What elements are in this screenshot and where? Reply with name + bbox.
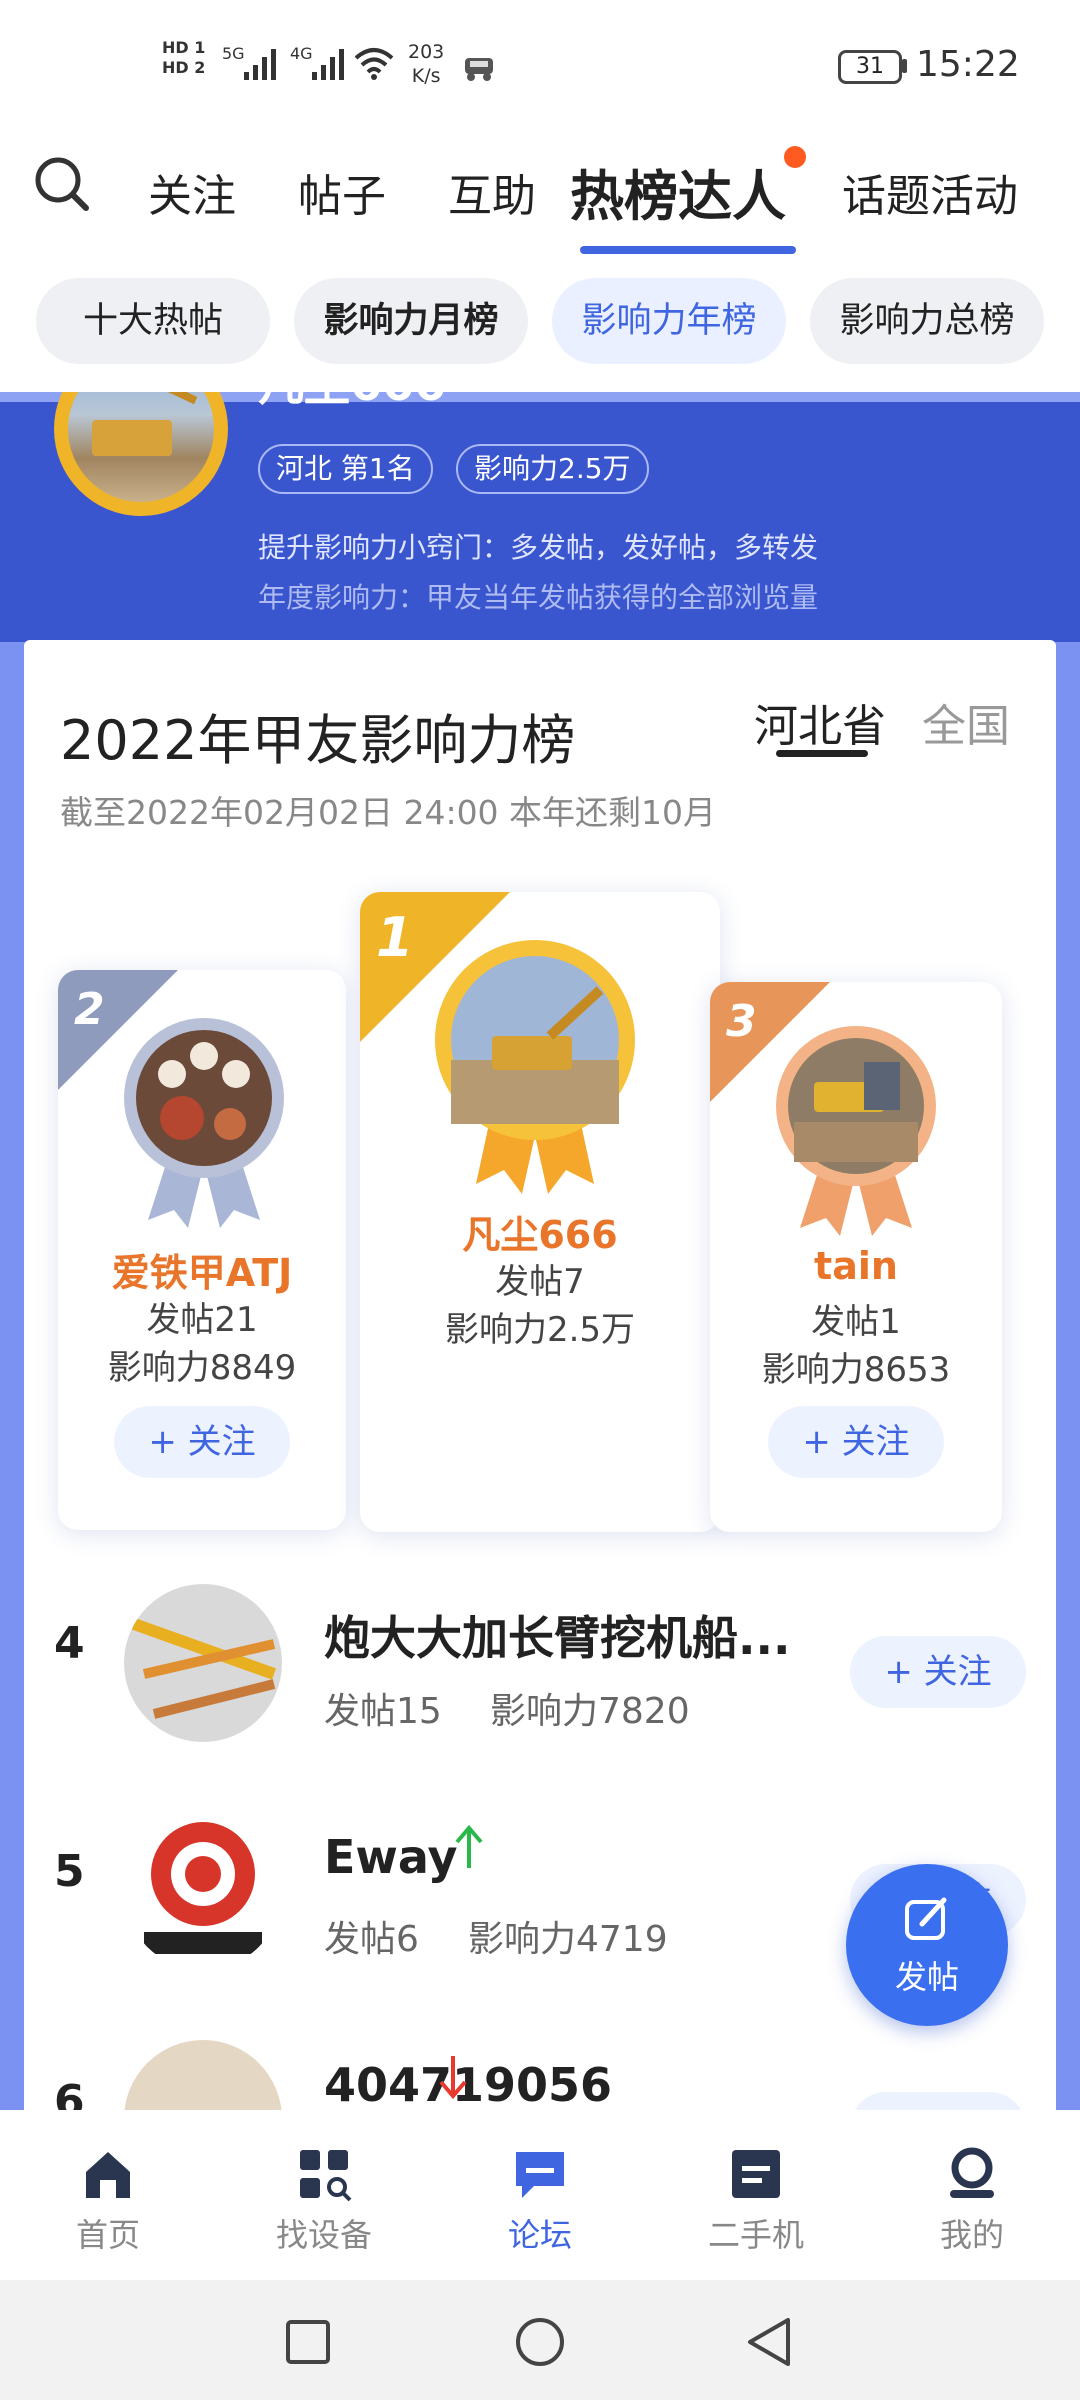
bottom-nav: 首页 找设备 论坛 二手机 我的 (0, 2110, 1080, 2280)
nav-me[interactable]: 我的 (864, 2110, 1080, 2280)
chat-icon (516, 2152, 564, 2198)
new-post-label: 发帖 (894, 1958, 959, 1996)
deadline-text: 截至2022年02月02日 24:00 本年还剩10月 (60, 793, 717, 832)
list-name[interactable]: 炮大大加长臂挖机船... (324, 1602, 790, 1668)
nav-home[interactable]: 首页 (0, 2110, 216, 2280)
battery-icon: 31 (838, 50, 902, 84)
trend-up-icon (455, 1824, 483, 1868)
grid-search-icon (300, 2150, 352, 2202)
hd-indicator: HD 1 HD 2 (162, 38, 206, 77)
rank-number-1: 1 (376, 906, 414, 969)
podium-card-3: 3 tain 发帖1 影响力8653 + 关注 (710, 982, 1002, 1532)
notification-dot (784, 146, 806, 168)
podium-name-1[interactable]: 凡尘666 (360, 1204, 720, 1259)
region-rank-tag: 河北 第1名 (258, 444, 433, 494)
podium-card-2: 2 爱铁甲ATJ 发帖21 影响力8849 + 关注 (58, 970, 346, 1530)
tab-topic-events[interactable]: 话题活动 (842, 160, 1018, 224)
list-influence: 影响力4719 (468, 1919, 668, 1960)
new-post-button[interactable]: 发帖 (846, 1864, 1008, 2026)
nav-forum[interactable]: 论坛 (432, 2110, 648, 2280)
document-icon (732, 2150, 780, 2198)
podium-card-1: 1 凡尘666 发帖7 影响力2.5万 (360, 892, 720, 1532)
home-circle-icon[interactable] (514, 2316, 566, 2368)
recent-apps-icon[interactable] (284, 2318, 332, 2366)
tip-text: 提升影响力小窍门：多发帖，发好帖，多转发 (258, 531, 819, 564)
pill-all-time[interactable]: 影响力总榜 (810, 278, 1044, 364)
podium-influence-2: 影响力8849 (107, 1348, 297, 1388)
nav-label: 论坛 (507, 2216, 572, 2254)
clock: 15:22 (916, 44, 1020, 85)
list-posts: 发帖6 (324, 1919, 419, 1960)
rank-number-2: 2 (74, 984, 105, 1035)
signal-icon-2 (312, 49, 344, 80)
podium-name-2[interactable]: 爱铁甲ATJ (58, 1242, 346, 1297)
back-icon[interactable] (744, 2316, 796, 2368)
podium-posts-1: 发帖7 (495, 1262, 585, 1302)
pill-monthly[interactable]: 影响力月榜 (294, 278, 528, 364)
podium-influence-1: 影响力2.5万 (444, 1310, 636, 1350)
tab-hot-ranking[interactable]: 热榜达人 (570, 152, 786, 231)
nav-label: 首页 (75, 2216, 140, 2254)
top-nav: 关注 帖子 互助 热榜达人 话题活动 (0, 130, 1080, 264)
banner-medal (54, 392, 228, 516)
definition-text: 年度影响力：甲友当年发帖获得的全部浏览量 (258, 581, 819, 614)
trend-down-icon (439, 2056, 467, 2100)
region-tab-province[interactable]: 河北省 (754, 690, 886, 754)
silver-medal-icon (124, 1018, 284, 1228)
pill-yearly[interactable]: 影响力年榜 (552, 278, 786, 364)
leaderboard-title: 2022年甲友影响力榜 (60, 709, 576, 772)
nav-label: 找设备 (275, 2216, 372, 2254)
rank-number-3: 3 (726, 996, 757, 1047)
tab-help[interactable]: 互助 (448, 160, 536, 224)
battery-tip (902, 59, 907, 73)
gold-medal-icon (435, 940, 635, 1194)
hitachi-logo-icon (144, 1822, 262, 1954)
follow-button-4[interactable]: + 关注 (850, 1636, 1026, 1708)
ranking-type-tabs: 十大热帖 影响力月榜 影响力年榜 影响力总榜 (0, 264, 1080, 392)
list-influence: 影响力7820 (490, 1691, 690, 1732)
wifi-icon (354, 48, 394, 80)
bronze-medal-icon (776, 1026, 936, 1236)
my-rank-banner: 凡尘666 河北 第1名 影响力2.5万 提升影响力小窍门：多发帖，发好帖，多转… (0, 392, 1080, 642)
list-rank: 5 (54, 1846, 85, 1897)
nav-label: 我的 (939, 2216, 1004, 2254)
car-icon (465, 58, 493, 81)
active-tab-underline (580, 246, 796, 254)
nav-label: 二手机 (707, 2216, 804, 2254)
signal-icon (244, 49, 276, 80)
tab-follow[interactable]: 关注 (148, 160, 236, 224)
avatar[interactable] (124, 1584, 282, 1742)
nav-used-machines[interactable]: 二手机 (648, 2110, 864, 2280)
edit-icon (905, 1897, 947, 1940)
system-nav-bar (0, 2280, 1080, 2400)
avatar-image (131, 1618, 277, 1719)
region-tab-underline (776, 750, 868, 757)
list-rank: 4 (54, 1618, 85, 1669)
status-bar: HD 1 HD 2 5G 4G 203 K/s 31 15:22 (0, 0, 1080, 130)
list-item[interactable]: 4 炮大大加长臂挖机船... 发帖15 影响力7820 + 关注 (24, 1550, 1056, 1780)
podium-name-3[interactable]: tain (710, 1244, 1002, 1288)
tab-posts[interactable]: 帖子 (298, 160, 386, 224)
podium-posts-2: 发帖21 (146, 1300, 258, 1340)
podium-posts-3: 发帖1 (811, 1302, 901, 1342)
follow-button-2[interactable]: + 关注 (114, 1406, 290, 1478)
profile-icon (950, 2147, 994, 2198)
list-posts: 发帖15 (324, 1691, 442, 1732)
banner-avatar[interactable] (68, 392, 214, 502)
pill-top-ten[interactable]: 十大热帖 (36, 278, 270, 364)
region-tab-national[interactable]: 全国 (922, 690, 1010, 754)
follow-button-3[interactable]: + 关注 (768, 1406, 944, 1478)
avatar[interactable] (124, 1812, 282, 1970)
nav-find-equipment[interactable]: 找设备 (216, 2110, 432, 2280)
banner-username: 凡尘666 (258, 392, 446, 414)
podium-influence-3: 影响力8653 (761, 1350, 951, 1390)
influence-tag: 影响力2.5万 (456, 444, 649, 494)
search-icon[interactable] (34, 154, 90, 214)
home-icon (86, 2152, 130, 2198)
network-speed: 203 K/s (408, 41, 445, 87)
list-item[interactable]: 6 404719056 + 关注 (24, 2006, 1056, 2120)
avatar[interactable] (124, 2040, 282, 2120)
list-name[interactable]: Eway (324, 1830, 458, 1884)
